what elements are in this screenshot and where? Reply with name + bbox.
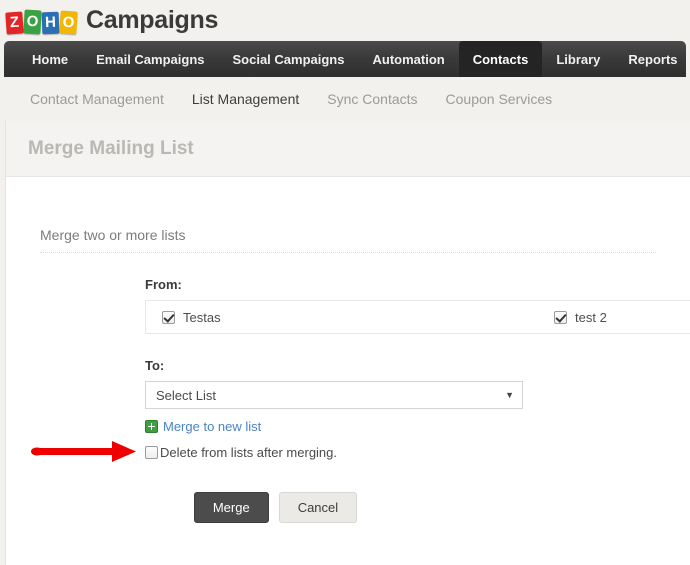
to-label: To: bbox=[145, 358, 165, 373]
subnav-item-coupon-services[interactable]: Coupon Services bbox=[432, 91, 567, 107]
nav-item-home[interactable]: Home bbox=[18, 41, 82, 77]
merge-to-new-list-row[interactable]: Merge to new list bbox=[145, 419, 690, 434]
nav-item-email-campaigns[interactable]: Email Campaigns bbox=[82, 41, 218, 77]
section-divider bbox=[40, 252, 656, 253]
merge-form: Merge two or more lists From: Testas tes… bbox=[6, 177, 690, 523]
checkbox-test-2[interactable] bbox=[554, 310, 567, 324]
from-field-group: From: bbox=[6, 277, 690, 292]
form-actions: Merge Cancel bbox=[6, 492, 690, 523]
subnav-item-contact-management[interactable]: Contact Management bbox=[16, 91, 178, 107]
delete-after-merge-label: Delete from lists after merging. bbox=[160, 445, 338, 460]
subnav-item-sync-contacts[interactable]: Sync Contacts bbox=[313, 91, 431, 107]
logo-tile-o1: O bbox=[23, 9, 42, 34]
merge-button[interactable]: Merge bbox=[193, 492, 269, 523]
checkbox-delete-after-merge[interactable] bbox=[145, 446, 158, 459]
page-title: Merge Mailing List bbox=[28, 137, 194, 159]
brand-header: Z O H O Campaigns bbox=[0, 0, 690, 41]
section-label: Merge two or more lists bbox=[40, 227, 186, 243]
nav-item-library[interactable]: Library bbox=[542, 41, 614, 77]
sub-navigation: Contact Management List Management Sync … bbox=[0, 77, 690, 121]
cancel-button[interactable]: Cancel bbox=[278, 492, 358, 523]
chevron-down-icon: ▼ bbox=[505, 389, 514, 400]
list-item-label: test 2 bbox=[575, 309, 607, 325]
list-item-label: Testas bbox=[183, 309, 221, 325]
from-lists-box: Testas test 2 bbox=[145, 300, 690, 334]
brand-title: Campaigns bbox=[86, 6, 219, 34]
nav-item-automation[interactable]: Automation bbox=[358, 41, 458, 77]
select-list-value: Select List bbox=[156, 387, 216, 403]
page-header: Merge Mailing List bbox=[6, 121, 690, 177]
nav-item-social-campaigns[interactable]: Social Campaigns bbox=[219, 41, 359, 77]
logo-tile-z: Z bbox=[5, 10, 24, 35]
list-item[interactable]: Testas bbox=[146, 310, 538, 325]
nav-item-reports[interactable]: Reports bbox=[614, 41, 690, 77]
nav-item-contacts[interactable]: Contacts bbox=[458, 41, 543, 77]
zoho-logo: Z O H O bbox=[5, 8, 78, 35]
merge-to-new-list-link[interactable]: Merge to new list bbox=[163, 419, 261, 434]
subnav-item-list-management[interactable]: List Management bbox=[178, 91, 313, 107]
delete-after-merge-row[interactable]: Delete from lists after merging. bbox=[145, 445, 690, 460]
logo-tile-o2: O bbox=[59, 9, 78, 35]
plus-icon bbox=[145, 420, 158, 433]
to-field-group: To: Select List ▼ Merge to new list Dele… bbox=[6, 358, 690, 460]
list-item[interactable]: test 2 bbox=[538, 310, 607, 325]
content-panel: Merge Mailing List Merge two or more lis… bbox=[5, 121, 690, 565]
from-lists-row: Testas test 2 bbox=[6, 300, 690, 334]
main-navigation: Home Email Campaigns Social Campaigns Au… bbox=[4, 41, 686, 77]
logo-tile-h: H bbox=[41, 11, 60, 34]
checkbox-testas[interactable] bbox=[162, 310, 175, 324]
select-list-dropdown[interactable]: Select List ▼ bbox=[145, 381, 523, 409]
from-label: From: bbox=[145, 277, 182, 292]
